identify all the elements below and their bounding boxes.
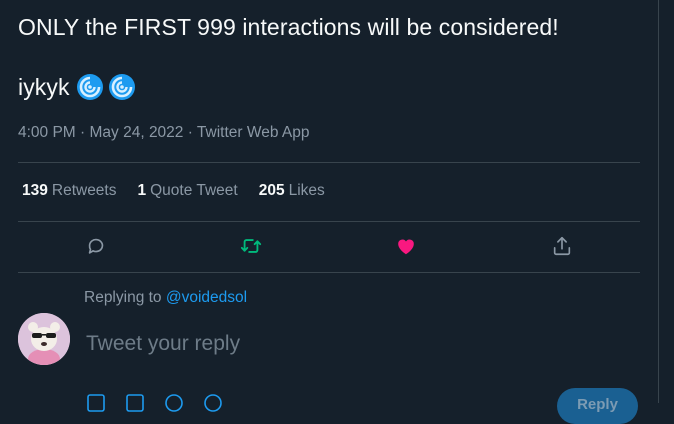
- quote-tweets-label: Quote Tweet: [150, 182, 238, 199]
- divider: [18, 221, 640, 222]
- emoji-icon[interactable]: [203, 393, 225, 413]
- quote-tweets-stat[interactable]: 1 Quote Tweet: [138, 182, 238, 200]
- reply-submit-button[interactable]: Reply: [557, 388, 638, 424]
- reply-input[interactable]: [86, 328, 546, 360]
- tweet-hashtag-text: iykyk: [18, 74, 70, 100]
- tweet-actions: [0, 233, 658, 261]
- cyclone-icon: [76, 74, 103, 100]
- avatar[interactable]: [18, 313, 70, 365]
- likes-label: Likes: [288, 182, 325, 199]
- retweets-count: 139: [22, 182, 48, 199]
- tweet-text: ONLY the FIRST 999 interactions will be …: [18, 12, 559, 102]
- poll-icon[interactable]: [164, 393, 186, 413]
- replying-to-handle[interactable]: @voidedsol: [166, 289, 247, 306]
- retweet-icon: [240, 239, 262, 253]
- bear-avatar-icon: [18, 313, 70, 365]
- quote-tweets-count: 1: [137, 182, 147, 199]
- gif-icon[interactable]: [125, 393, 147, 413]
- likes-count: 205: [258, 182, 285, 199]
- retweets-label: Retweets: [51, 182, 117, 199]
- retweet-button[interactable]: [238, 233, 264, 259]
- tweet-timestamp[interactable]: 4:00 PM · May 24, 2022 · Twitter Web App: [18, 124, 310, 142]
- tweet-line-2: iykyk: [18, 72, 559, 102]
- like-button[interactable]: [393, 233, 419, 259]
- tweet-line-1: ONLY the FIRST 999 interactions will be …: [18, 14, 559, 40]
- cyclone-icon: [108, 74, 135, 100]
- heart-icon: [398, 239, 414, 255]
- likes-stat[interactable]: 205 Likes: [259, 182, 325, 200]
- reply-toolbar: [86, 393, 242, 413]
- media-icon[interactable]: [86, 393, 108, 413]
- column-border: [658, 0, 659, 403]
- retweets-stat[interactable]: 139 Retweets: [22, 182, 117, 200]
- divider: [18, 272, 640, 273]
- reply-button[interactable]: [83, 233, 109, 259]
- replying-to-prefix: Replying to: [84, 289, 162, 306]
- share-button[interactable]: [549, 233, 575, 259]
- replying-to: Replying to @voidedsol: [84, 289, 247, 307]
- tweet-stats: 139 Retweets 1 Quote Tweet 205 Likes: [22, 182, 346, 200]
- reply-icon: [88, 238, 104, 254]
- share-icon: [553, 236, 571, 256]
- divider: [18, 162, 640, 163]
